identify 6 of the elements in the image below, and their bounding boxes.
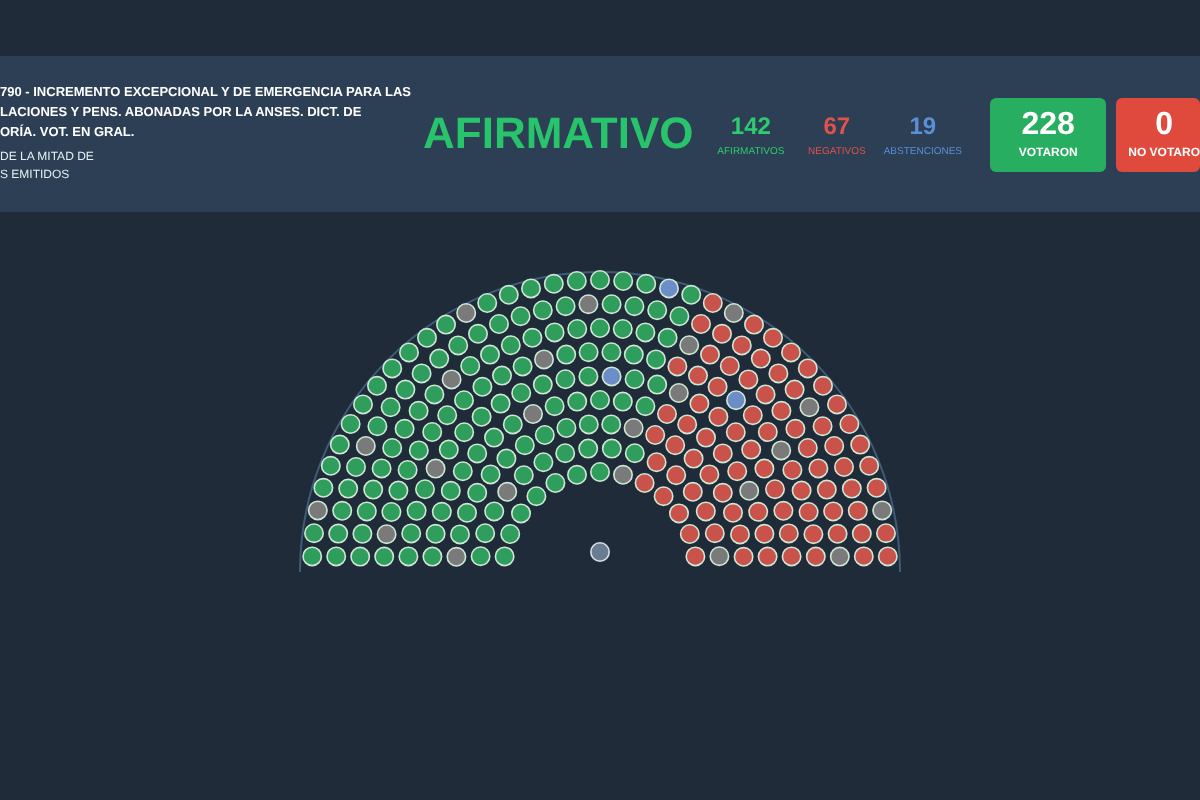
count-value: 67 xyxy=(823,111,851,139)
count-value: 142 xyxy=(730,111,771,139)
total-value: 228 xyxy=(1021,108,1075,144)
result-text: AFIRMATIVO xyxy=(423,108,694,160)
total-value: 0 xyxy=(1155,108,1173,144)
count-value: 19 xyxy=(909,111,937,139)
